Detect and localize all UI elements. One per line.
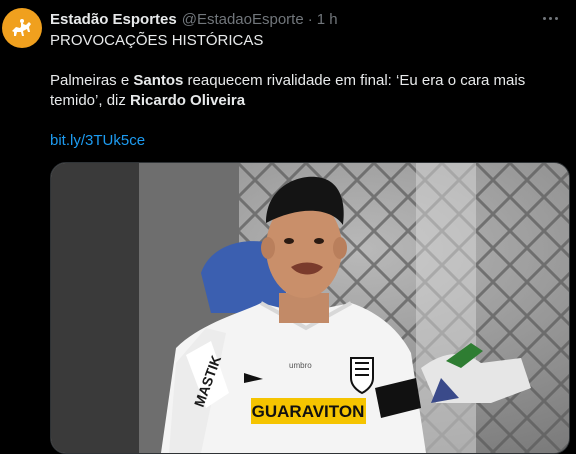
separator: · (307, 10, 313, 28)
tweet-header: Estadão Esportes @EstadaoEsporte · 1 h (50, 9, 566, 29)
horse-rider-logo-icon (12, 19, 31, 36)
player-photo: MASTIK umbro GUARAVITON (51, 163, 569, 453)
brand-text: umbro (289, 361, 312, 370)
author-avatar[interactable] (2, 8, 42, 48)
author-handle[interactable]: @EstadaoEsporte (182, 11, 304, 28)
tweet-image[interactable]: MASTIK umbro GUARAVITON (50, 162, 570, 454)
more-options-icon[interactable] (538, 8, 562, 28)
timestamp[interactable]: 1 h (317, 11, 338, 28)
body-text-1: Palmeiras e (50, 72, 134, 89)
jersey-sponsor-text: GUARAVITON (252, 402, 365, 421)
body-bold-santos[interactable]: Santos (133, 72, 183, 89)
body-bold-ricardo[interactable]: Ricardo Oliveira (130, 92, 245, 109)
tweet-text: PROVOCAÇÕES HISTÓRICAS Palmeiras e Santo… (50, 31, 560, 151)
author-name[interactable]: Estadão Esportes (50, 11, 177, 28)
tweet-body: Palmeiras e Santos reaquecem rivalidade … (50, 71, 560, 111)
tweet-headline: PROVOCAÇÕES HISTÓRICAS (50, 32, 264, 49)
tweet-link[interactable]: bit.ly/3TUk5ce (50, 131, 145, 151)
